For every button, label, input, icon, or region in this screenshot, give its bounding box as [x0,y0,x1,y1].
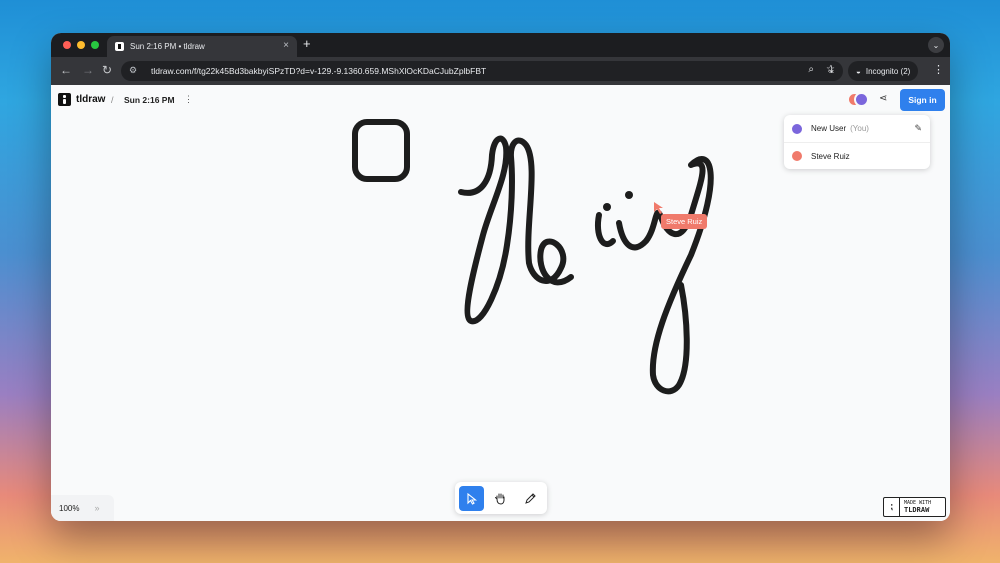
tab-title: Sun 2:16 PM • tldraw [130,42,205,51]
edit-name-icon[interactable]: ✎ [914,123,922,134]
user-row-self[interactable]: New User (You) ✎ [784,115,930,142]
people-avatars[interactable] [847,92,871,108]
traffic-lights [63,41,99,49]
site-settings-icon[interactable]: ⚙ [129,65,143,77]
user-name: Steve Ruiz [811,151,850,161]
incognito-button[interactable]: ◒ Incognito (2) [848,61,919,81]
browser-toolbar: ← → ↻ ⚙ tldraw.com/f/tg22k45Bd3bakbyiSPz… [51,57,950,85]
pencil-icon [524,492,536,504]
expand-minimap-icon[interactable]: » [94,503,99,513]
back-button[interactable]: ← [60,64,72,76]
address-bar[interactable]: ⚙ tldraw.com/f/tg22k45Bd3bakbyiSPzTD?d=v… [121,61,843,81]
remote-cursor-label: Steve Ruiz [661,214,708,229]
i-dot[interactable] [603,203,611,211]
tab-strip: Sun 2:16 PM • tldraw × + ⌄ [51,33,950,57]
zoom-menu[interactable]: 100% » [51,495,114,521]
handwriting-stroke-i[interactable] [595,212,616,247]
user-row-collaborator[interactable]: Steve Ruiz [784,142,930,169]
draw-tool[interactable] [517,486,542,511]
tldraw-app: tldraw / Sun 2:16 PM ⋮ ⋖ Sign in New Use… [51,85,950,521]
made-with-tldraw-badge[interactable]: ⁏ MADE WITH TLDRAW [883,497,946,517]
user-color-dot [792,123,802,134]
j-dot[interactable] [625,191,633,199]
sign-in-button[interactable]: Sign in [900,89,945,111]
rounded-square-shape[interactable] [352,119,410,182]
browser-tab[interactable]: Sun 2:16 PM • tldraw × [107,36,297,57]
user-you-tag: (You) [850,124,869,133]
tldraw-mark-icon: ⁏ [884,498,900,516]
avatar [854,92,869,107]
download-icon[interactable]: ⤓ [829,64,834,77]
forward-button[interactable]: → [82,64,94,76]
incognito-label: Incognito (2) [865,66,911,76]
new-tab-button[interactable]: + [303,36,311,51]
tool-bar [455,482,547,514]
select-tool[interactable] [459,486,484,511]
maximize-window-button[interactable] [91,41,99,49]
close-window-button[interactable] [63,41,71,49]
badge-line-2: TLDRAW [904,506,930,514]
hand-icon [495,493,505,505]
tldraw-logo-icon [58,93,71,106]
incognito-icon: ◒ [856,66,861,76]
people-menu: New User (You) ✎ Steve Ruiz [784,115,930,169]
brand-name: tldraw [76,94,106,105]
handwriting-stroke-h[interactable] [458,135,574,325]
url-text: tldraw.com/f/tg22k45Bd3bakbyiSPzTD?d=v-1… [151,66,487,76]
zoom-level: 100% [59,503,80,513]
pointer-icon [466,492,477,505]
badge-text: MADE WITH TLDRAW [900,500,931,514]
share-icon[interactable]: ⋖ [879,93,887,104]
user-name: New User [811,124,847,133]
minimize-window-button[interactable] [77,41,85,49]
document-title[interactable]: Sun 2:16 PM [124,95,175,105]
reload-button[interactable]: ↻ [102,64,112,76]
tab-close-button[interactable]: × [283,40,289,51]
browser-menu-icon[interactable]: ⋮ [933,63,944,76]
browser-window: Sun 2:16 PM • tldraw × + ⌄ ← → ↻ ⚙ tldra… [51,33,950,521]
tab-search-button[interactable]: ⌄ [928,37,944,53]
breadcrumb-separator: / [111,95,114,105]
hand-tool[interactable] [488,486,513,511]
document-menu-icon[interactable]: ⋮ [184,94,193,105]
user-color-dot [792,151,802,161]
tldraw-favicon-icon [115,42,124,51]
zoom-lens-icon[interactable]: ⌕ [808,64,814,75]
brand-logo[interactable]: tldraw [58,93,105,106]
